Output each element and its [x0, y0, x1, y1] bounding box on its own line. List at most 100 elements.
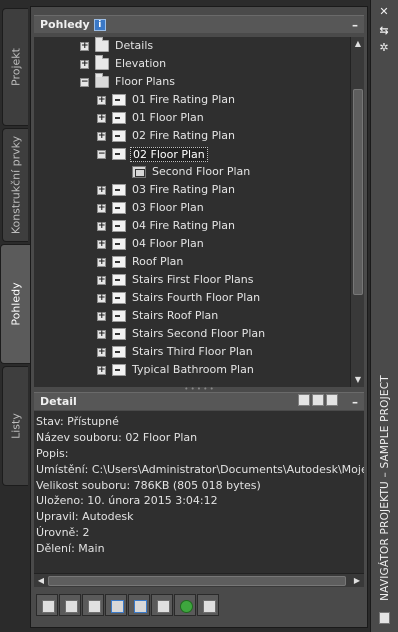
list-view-icon[interactable]	[312, 394, 324, 406]
tree-row[interactable]: + 02 Fire Rating Plan	[34, 127, 350, 145]
expand-icon[interactable]: +	[97, 203, 106, 213]
detail-saved: Uloženo: 10. února 2015 3:04:12	[36, 494, 218, 508]
close-icon[interactable]: ✕	[378, 6, 390, 18]
tree-item-label: Stairs Fourth Floor Plan	[132, 290, 261, 304]
expand-icon[interactable]: +	[97, 257, 106, 267]
tab-konstrukcni-prvky-label: Konstrukční prvky	[9, 135, 22, 235]
tree-row[interactable]: Second Floor Plan	[34, 163, 350, 181]
expand-icon[interactable]: +	[97, 131, 106, 141]
detail-view-icon[interactable]	[326, 394, 338, 406]
tab-listy[interactable]: Listy	[2, 366, 28, 486]
collapse-icon[interactable]: −	[80, 77, 89, 87]
expand-icon[interactable]: +	[97, 239, 106, 249]
detail-division: Dělení: Main	[36, 542, 105, 556]
detail-filename: Název souboru: 02 Floor Plan	[36, 430, 198, 444]
add-view-button[interactable]	[36, 594, 58, 616]
tab-projekt[interactable]: Projekt	[2, 8, 28, 126]
views-tree[interactable]: + Details + Elevation − Floor Plans + 01…	[34, 37, 350, 387]
collapse-icon[interactable]: −	[97, 149, 106, 159]
settings-icon[interactable]: ✲	[378, 42, 390, 54]
tree-row[interactable]: + Roof Plan	[34, 253, 350, 271]
autohide-icon[interactable]: ⇆	[378, 25, 390, 37]
tree-item-label: Floor Plans	[115, 74, 175, 88]
expand-icon[interactable]: +	[97, 365, 106, 375]
tree-row[interactable]: + 03 Floor Plan	[34, 199, 350, 217]
detail-hscrollbar[interactable]: ◀ ▶	[34, 573, 364, 587]
view-icon	[112, 238, 126, 250]
open-folder-icon	[95, 73, 109, 88]
views-panel-header: Pohledy i –	[34, 15, 364, 33]
tree-row[interactable]: + Stairs Second Floor Plan	[34, 325, 350, 343]
properties-button[interactable]	[151, 594, 173, 616]
tree-row[interactable]: + Stairs First Floor Plans	[34, 271, 350, 289]
close-project-button[interactable]	[197, 594, 219, 616]
tree-item-label: Stairs Third Floor Plan	[132, 344, 253, 358]
tree-row[interactable]: + 03 Fire Rating Plan	[34, 181, 350, 199]
open-button[interactable]	[128, 594, 150, 616]
detail-panel-header: Detail –	[34, 392, 364, 410]
tree-row[interactable]: + Typical Bathroom Plan	[34, 361, 350, 379]
expand-icon[interactable]: +	[80, 41, 89, 51]
tab-listy-label: Listy	[9, 413, 22, 439]
detail-location: Umístění: C:\Users\Administrator\Documen…	[36, 462, 364, 476]
tab-pohledy[interactable]: Pohledy	[0, 244, 31, 364]
add-detail-button[interactable]	[82, 594, 104, 616]
preview-icon[interactable]	[298, 394, 310, 406]
detail-minimize-button[interactable]: –	[352, 395, 358, 409]
detail-levels: Úrovně: 2	[36, 526, 90, 540]
expand-icon[interactable]: +	[97, 275, 106, 285]
tree-item-label: Second Floor Plan	[152, 164, 251, 178]
hscroll-thumb[interactable]	[48, 576, 346, 586]
expand-icon[interactable]: +	[97, 95, 106, 105]
tree-row-selected[interactable]: − 02 Floor Plan	[34, 145, 350, 163]
tree-scrollbar[interactable]: ▲ ▼	[350, 37, 364, 387]
scroll-up-icon[interactable]: ▲	[353, 39, 363, 49]
expand-icon[interactable]: +	[97, 185, 106, 195]
detail-toolbar	[298, 394, 338, 406]
tree-item-label: Stairs First Floor Plans	[132, 272, 254, 286]
tree-row[interactable]: + 01 Fire Rating Plan	[34, 91, 350, 109]
view-icon	[112, 364, 126, 376]
sheet-view-icon	[132, 166, 146, 178]
scroll-down-icon[interactable]: ▼	[353, 375, 363, 385]
view-icon	[112, 274, 126, 286]
views-minimize-button[interactable]: –	[352, 18, 358, 32]
tree-row[interactable]: + Details	[34, 37, 350, 55]
view-icon	[112, 148, 126, 160]
tab-konstrukcni-prvky[interactable]: Konstrukční prvky	[2, 128, 28, 242]
expand-icon[interactable]: +	[97, 329, 106, 339]
tab-projekt-label: Projekt	[9, 48, 22, 86]
expand-icon[interactable]: +	[97, 221, 106, 231]
palette-title-bar[interactable]: ✕ ⇆ ✲ NAVIGÁTOR PROJEKTU – SAMPLE PROJEC…	[370, 0, 398, 632]
palette-title: NAVIGÁTOR PROJEKTU – SAMPLE PROJECT	[379, 375, 391, 601]
scroll-left-icon[interactable]: ◀	[36, 576, 46, 586]
view-icon	[112, 202, 126, 214]
tree-row[interactable]: + 04 Fire Rating Plan	[34, 217, 350, 235]
tree-item-label: Elevation	[115, 56, 167, 70]
add-section-button[interactable]	[59, 594, 81, 616]
expand-icon[interactable]: +	[97, 113, 106, 123]
expand-icon[interactable]: +	[97, 293, 106, 303]
tree-row[interactable]: + 01 Floor Plan	[34, 109, 350, 127]
tree-row[interactable]: + 04 Floor Plan	[34, 235, 350, 253]
scroll-thumb[interactable]	[353, 89, 363, 295]
tree-row[interactable]: − Floor Plans	[34, 73, 350, 91]
refresh-button[interactable]	[174, 594, 196, 616]
tree-row[interactable]: + Stairs Third Floor Plan	[34, 343, 350, 361]
expand-icon[interactable]: +	[80, 59, 89, 69]
info-icon[interactable]: i	[93, 18, 106, 31]
tree-row[interactable]: + Stairs Roof Plan	[34, 307, 350, 325]
view-icon	[112, 346, 126, 358]
scroll-right-icon[interactable]: ▶	[352, 576, 362, 586]
view-icon	[112, 256, 126, 268]
palette-menu-icon[interactable]	[379, 612, 390, 624]
regenerate-button[interactable]	[105, 594, 127, 616]
view-icon	[112, 328, 126, 340]
tree-row[interactable]: + Stairs Fourth Floor Plan	[34, 289, 350, 307]
tree-row[interactable]: + Elevation	[34, 55, 350, 73]
expand-icon[interactable]: +	[97, 311, 106, 321]
detail-modified-by: Upravil: Autodesk	[36, 510, 134, 524]
expand-icon[interactable]: +	[97, 347, 106, 357]
tree-item-label: Typical Bathroom Plan	[132, 362, 254, 376]
view-icon	[112, 184, 126, 196]
